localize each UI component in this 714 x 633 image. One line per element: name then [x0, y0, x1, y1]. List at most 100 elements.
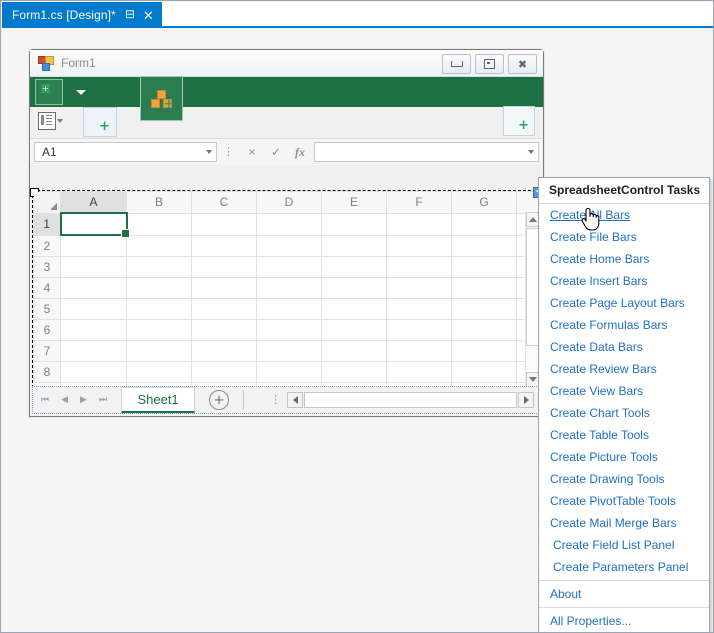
task-create-all-bars[interactable]: Create All Bars	[539, 204, 709, 226]
new-document-icon[interactable]: +	[35, 79, 63, 105]
formula-input[interactable]	[314, 142, 539, 162]
cell-a4[interactable]	[60, 277, 127, 299]
tab-form1-cs-design[interactable]: Form1.cs [Design]* ⊟ ✕	[2, 2, 162, 28]
cell-d6[interactable]	[256, 319, 322, 341]
chevron-down-icon[interactable]	[70, 79, 92, 105]
cell-b6[interactable]	[126, 319, 192, 341]
cell-e8[interactable]	[321, 361, 387, 383]
cell-a2[interactable]	[60, 234, 127, 257]
task-create-file-bars[interactable]: Create File Bars	[539, 226, 709, 248]
cell-a7[interactable]	[60, 340, 127, 362]
cell-f7[interactable]	[386, 340, 452, 362]
add-item-icon-right[interactable]: +	[503, 106, 535, 136]
cell-f1[interactable]	[386, 212, 452, 236]
column-header-c[interactable]: C	[191, 191, 257, 214]
add-component-icon[interactable]: +	[140, 76, 183, 121]
insert-function-icon[interactable]: fx	[288, 145, 312, 160]
next-sheet-icon[interactable]: ▶	[80, 395, 87, 405]
cell-g8[interactable]	[451, 361, 517, 383]
horizontal-scrollbar[interactable]: ⋮	[270, 392, 540, 408]
cell-g1[interactable]	[451, 212, 517, 236]
sheet-tab-sheet1[interactable]: Sheet1	[121, 387, 196, 413]
cell-f4[interactable]	[386, 277, 452, 299]
cell-g2[interactable]	[451, 234, 517, 257]
spreadsheetcontrol-tasks-panel[interactable]: SpreadsheetControl Tasks Create All Bars…	[538, 177, 710, 632]
task-create-pivottable-tools[interactable]: Create PivotTable Tools	[539, 490, 709, 512]
cell-a6[interactable]	[60, 319, 127, 341]
add-sheet-icon[interactable]: +	[209, 390, 230, 410]
row-header-8[interactable]: 8	[33, 361, 61, 383]
cell-f5[interactable]	[386, 298, 452, 320]
task-create-picture-tools[interactable]: Create Picture Tools	[539, 446, 709, 468]
close-icon[interactable]: ✕	[143, 9, 154, 22]
row-header-7[interactable]: 7	[33, 340, 61, 362]
designer-surface[interactable]: Form1 ✖ + + + + A1 ⋮ × ✓ fx A B C D E F …	[2, 30, 713, 632]
task-create-formulas-bars[interactable]: Create Formulas Bars	[539, 314, 709, 336]
cell-c7[interactable]	[191, 340, 257, 362]
row-header-6[interactable]: 6	[33, 319, 61, 341]
cell-c4[interactable]	[191, 277, 257, 299]
task-create-parameters-panel[interactable]: Create Parameters Panel	[539, 556, 709, 578]
row-header-5[interactable]: 5	[33, 298, 61, 320]
cell-g7[interactable]	[451, 340, 517, 362]
column-header-a[interactable]: A	[60, 191, 127, 214]
name-box[interactable]: A1	[34, 142, 217, 162]
task-about[interactable]: About	[539, 583, 709, 605]
spreadsheet-grid[interactable]: ◀ A B C D E F G 1	[30, 187, 544, 404]
task-create-mail-merge-bars[interactable]: Create Mail Merge Bars	[539, 512, 709, 534]
task-create-home-bars[interactable]: Create Home Bars	[539, 248, 709, 270]
cell-g4[interactable]	[451, 277, 517, 299]
column-header-b[interactable]: B	[126, 191, 192, 214]
cell-e2[interactable]	[321, 234, 387, 257]
row-header-4[interactable]: 4	[33, 277, 61, 299]
cell-d3[interactable]	[256, 256, 322, 278]
add-sheet-icon-toolbar[interactable]: +	[83, 107, 117, 137]
task-create-view-bars[interactable]: Create View Bars	[539, 380, 709, 402]
chevron-down-icon[interactable]	[528, 150, 534, 154]
minimize-button[interactable]	[442, 54, 471, 74]
pin-icon[interactable]: ⊟	[125, 8, 135, 20]
row-header-1[interactable]: 1	[33, 212, 61, 236]
cell-a1[interactable]	[59, 212, 131, 239]
cell-b8[interactable]	[126, 361, 192, 383]
task-create-table-tools[interactable]: Create Table Tools	[539, 424, 709, 446]
cell-c5[interactable]	[191, 298, 257, 320]
cell-b5[interactable]	[126, 298, 192, 320]
scroll-left-arrow-icon[interactable]	[287, 392, 304, 408]
cell-d8[interactable]	[256, 361, 322, 383]
cell-f3[interactable]	[386, 256, 452, 278]
scroll-right-arrow-icon[interactable]	[518, 392, 534, 408]
task-create-insert-bars[interactable]: Create Insert Bars	[539, 270, 709, 292]
cell-e6[interactable]	[321, 319, 387, 341]
task-create-data-bars[interactable]: Create Data Bars	[539, 336, 709, 358]
cell-d5[interactable]	[256, 298, 322, 320]
cell-e5[interactable]	[321, 298, 387, 320]
cancel-formula-icon[interactable]: ×	[240, 145, 264, 159]
cell-b3[interactable]	[126, 256, 192, 278]
last-sheet-icon[interactable]: ⏭	[99, 395, 107, 405]
column-header-g[interactable]: G	[451, 191, 517, 214]
column-header-d[interactable]: D	[256, 191, 322, 214]
form1-window[interactable]: Form1 ✖ + + + + A1 ⋮ × ✓ fx A B C D E F …	[29, 49, 544, 417]
previous-sheet-icon[interactable]: ◀	[61, 395, 68, 405]
column-header-f[interactable]: F	[386, 191, 452, 214]
cell-c8[interactable]	[191, 361, 257, 383]
row-header-2[interactable]: 2	[33, 234, 61, 257]
task-create-chart-tools[interactable]: Create Chart Tools	[539, 402, 709, 424]
cell-g6[interactable]	[451, 319, 517, 341]
cell-f2[interactable]	[386, 234, 452, 257]
task-create-page-layout-bars[interactable]: Create Page Layout Bars	[539, 292, 709, 314]
cell-b1[interactable]	[126, 212, 192, 236]
cell-b7[interactable]	[126, 340, 192, 362]
accept-formula-icon[interactable]: ✓	[264, 145, 288, 159]
column-header-e[interactable]: E	[321, 191, 387, 214]
maximize-button[interactable]	[475, 54, 504, 74]
task-all-properties[interactable]: All Properties...	[539, 610, 709, 632]
cell-d2[interactable]	[256, 234, 322, 257]
first-sheet-icon[interactable]: ⏮	[41, 395, 49, 405]
cell-d4[interactable]	[256, 277, 322, 299]
row-header-3[interactable]: 3	[33, 256, 61, 278]
cell-b2[interactable]	[126, 234, 192, 257]
drag-grip[interactable]: ⋮	[270, 394, 281, 405]
cell-g3[interactable]	[451, 256, 517, 278]
